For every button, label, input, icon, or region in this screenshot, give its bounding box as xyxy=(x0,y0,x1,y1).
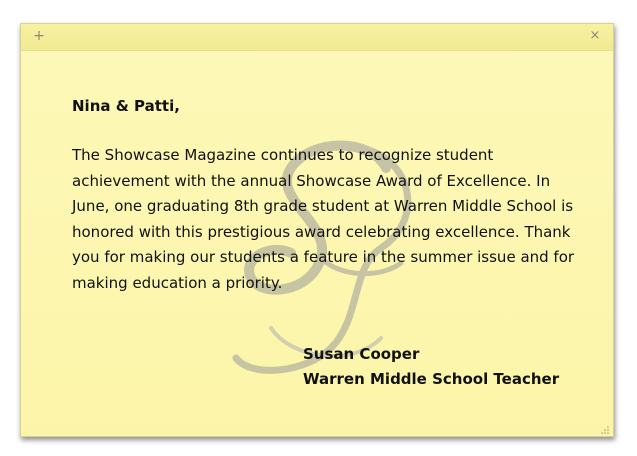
note-titlebar[interactable]: + × xyxy=(21,24,613,51)
add-note-button[interactable]: + xyxy=(31,28,47,44)
note-greeting: Nina & Patti, xyxy=(72,97,180,115)
close-icon: × xyxy=(589,28,601,43)
close-note-button[interactable]: × xyxy=(587,28,603,44)
resize-grip-icon[interactable] xyxy=(600,425,610,435)
sticky-note: + × Nina & Patti, The Showcase Magazine … xyxy=(20,23,614,437)
note-body[interactable]: Nina & Patti, The Showcase Magazine cont… xyxy=(21,50,613,438)
note-message: The Showcase Magazine continues to recog… xyxy=(72,146,575,292)
signature-title: Warren Middle School Teacher xyxy=(303,370,560,388)
plus-icon: + xyxy=(33,28,45,44)
note-text[interactable]: Nina & Patti, The Showcase Magazine cont… xyxy=(72,94,582,297)
signature-name: Susan Cooper xyxy=(303,345,420,363)
note-signature: Susan Cooper Warren Middle School Teache… xyxy=(303,342,559,392)
